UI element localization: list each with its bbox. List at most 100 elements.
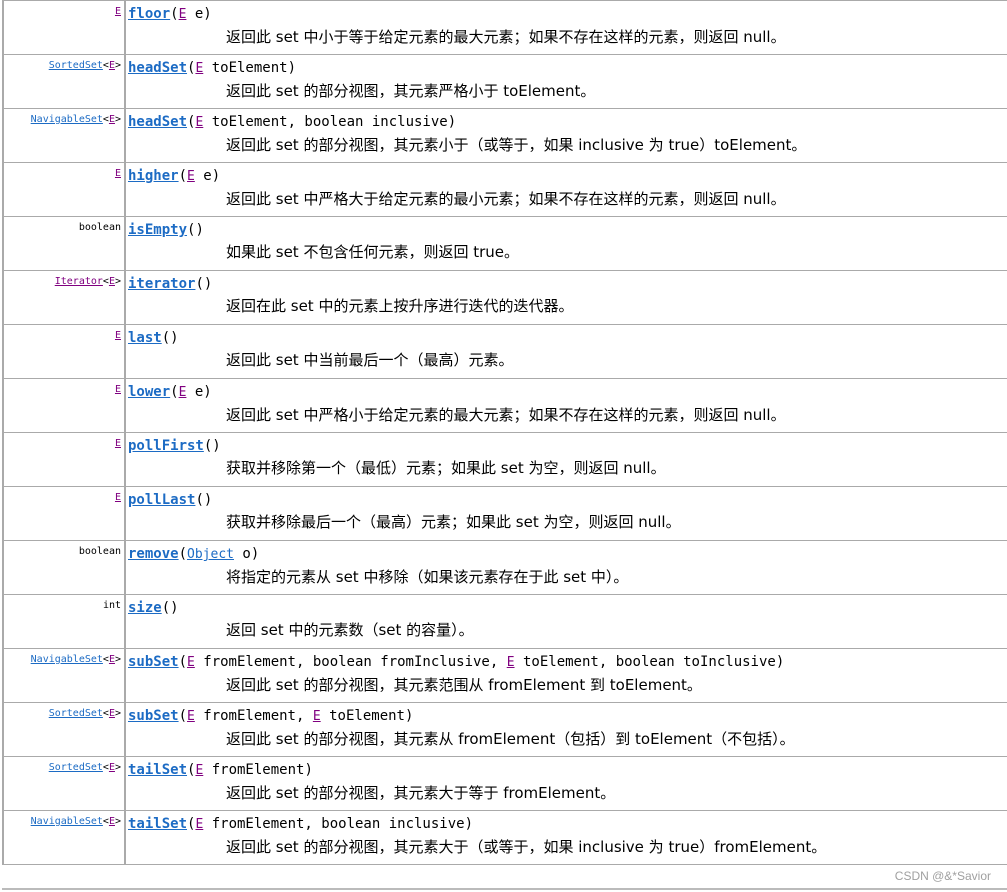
method-signature: lower(E e) <box>128 384 212 400</box>
method-signature: tailSet(E fromElement, boolean inclusive… <box>128 816 474 832</box>
table-row: SortedSet<E> subSet(E fromElement, E toEl… <box>2 702 1007 757</box>
return-type-link[interactable]: E <box>115 6 121 17</box>
return-type-link[interactable]: NavigableSet <box>31 114 103 125</box>
return-type: boolean <box>78 546 121 557</box>
method-name-link[interactable]: size <box>128 600 162 616</box>
return-type-link[interactable]: E <box>115 492 121 503</box>
method-name-link[interactable]: floor <box>128 6 170 22</box>
param-type-link[interactable]: E <box>313 709 321 724</box>
generic-type-link[interactable]: E <box>109 654 115 665</box>
return-type-link[interactable]: E <box>115 168 121 179</box>
table-row: Efloor(E e) 返回此 set 中小于等于给定元素的最大元素；如果不存在这… <box>2 0 1007 55</box>
param-type-link[interactable]: E <box>187 169 195 184</box>
table-row: NavigableSet<E> headSet(E toElement, bool… <box>2 108 1007 163</box>
generic-type-link[interactable]: E <box>109 60 115 71</box>
method-signature: tailSet(E fromElement) <box>128 762 313 778</box>
return-type-link[interactable]: NavigableSet <box>31 816 103 827</box>
return-type-link[interactable]: SortedSet <box>49 762 103 773</box>
method-detail-cell: lower(E e) 返回此 set 中严格小于给定元素的最大元素；如果不存在这样… <box>124 378 1007 433</box>
method-name-link[interactable]: tailSet <box>128 762 187 778</box>
return-type-link[interactable]: SortedSet <box>49 708 103 719</box>
method-name-link[interactable]: headSet <box>128 60 187 76</box>
param-text: o <box>233 546 251 562</box>
method-description: 返回 set 中的元素数（set 的容量）。 <box>226 621 474 639</box>
method-signature: pollLast() <box>128 492 213 508</box>
method-name-link[interactable]: headSet <box>128 114 187 130</box>
method-description: 返回此 set 的部分视图，其元素严格小于 toElement。 <box>226 82 596 100</box>
param-text: toElement <box>320 708 405 724</box>
return-type-cell: E <box>2 0 126 55</box>
method-description: 将指定的元素从 set 中移除（如果该元素存在于此 set 中）。 <box>226 568 629 586</box>
generic-type-link[interactable]: E <box>109 762 115 773</box>
param-text: fromElement <box>203 762 305 778</box>
method-name-link[interactable]: subSet <box>128 708 179 724</box>
method-signature: pollFirst() <box>128 438 221 454</box>
method-name-link[interactable]: lower <box>128 384 170 400</box>
method-detail-cell: headSet(E toElement, boolean inclusive) 返… <box>124 108 1007 163</box>
return-type-cell: SortedSet<E> <box>2 54 126 109</box>
method-signature: iterator() <box>128 276 213 292</box>
param-text: fromElement, boolean inclusive <box>203 816 465 832</box>
param-text: e <box>194 168 212 184</box>
method-name-link[interactable]: tailSet <box>128 816 187 832</box>
method-description: 获取并移除第一个（最低）元素；如果此 set 为空，则返回 null。 <box>226 459 666 477</box>
method-detail-cell: tailSet(E fromElement) 返回此 set 的部分视图，其元素大… <box>124 756 1007 811</box>
return-type-cell: E <box>2 432 126 487</box>
generic-type-link[interactable]: E <box>109 114 115 125</box>
table-row: int size() 返回 set 中的元素数（set 的容量）。 <box>2 594 1007 649</box>
method-detail-cell: iterator() 返回在此 set 中的元素上按升序进行迭代的迭代器。 <box>124 270 1007 325</box>
param-text: toElement, boolean toInclusive <box>514 654 776 670</box>
method-name-link[interactable]: subSet <box>128 654 179 670</box>
table-row: EpollFirst() 获取并移除第一个（最低）元素；如果此 set 为空，则返… <box>2 432 1007 487</box>
generic-type-link[interactable]: E <box>109 276 115 287</box>
generic-type-link[interactable]: E <box>109 708 115 719</box>
table-row: Iterator<E> iterator() 返回在此 set 中的元素上按升序进行… <box>2 270 1007 325</box>
return-type: int <box>102 600 121 611</box>
param-type-link[interactable]: Object <box>187 547 234 562</box>
method-detail-cell: pollFirst() 获取并移除第一个（最低）元素；如果此 set 为空，则返回… <box>124 432 1007 487</box>
method-signature: size() <box>128 600 179 616</box>
method-description: 返回此 set 中严格小于给定元素的最大元素；如果不存在这样的元素，则返回 nu… <box>226 406 786 424</box>
param-type-link[interactable]: E <box>187 655 195 670</box>
method-description: 返回此 set 的部分视图，其元素大于等于 fromElement。 <box>226 784 616 802</box>
method-name-link[interactable]: isEmpty <box>128 222 187 238</box>
return-type-cell: Iterator<E> <box>2 270 126 325</box>
return-type-link[interactable]: E <box>115 330 121 341</box>
method-summary-body: Efloor(E e) 返回此 set 中小于等于给定元素的最大元素；如果不存在这… <box>2 0 1007 865</box>
return-type-link[interactable]: E <box>115 384 121 395</box>
return-type-link[interactable]: E <box>115 438 121 449</box>
return-type-link[interactable]: SortedSet <box>49 60 103 71</box>
param-type-link[interactable]: E <box>187 709 195 724</box>
table-row: Ehigher(E e) 返回此 set 中严格大于给定元素的最小元素；如果不存在… <box>2 162 1007 217</box>
method-name-link[interactable]: pollFirst <box>128 438 204 454</box>
method-name-link[interactable]: pollLast <box>128 492 195 508</box>
table-row: NavigableSet<E> subSet(E fromElement, boo… <box>2 648 1007 703</box>
method-description: 返回此 set 中严格大于给定元素的最小元素；如果不存在这样的元素，则返回 nu… <box>226 190 786 208</box>
return-type-cell: SortedSet<E> <box>2 756 126 811</box>
method-detail-cell: subSet(E fromElement, E toElement) 返回此 se… <box>124 702 1007 757</box>
table-row: boolean isEmpty() 如果此 set 不包含任何元素，则返回 true… <box>2 216 1007 271</box>
method-signature: higher(E e) <box>128 168 221 184</box>
method-name-link[interactable]: remove <box>128 546 179 562</box>
table-row: NavigableSet<E> tailSet(E fromElement, bo… <box>2 810 1007 865</box>
method-name-link[interactable]: higher <box>128 168 179 184</box>
method-signature: remove(Object o) <box>128 546 260 562</box>
method-detail-cell: isEmpty() 如果此 set 不包含任何元素，则返回 true。 <box>124 216 1007 271</box>
method-detail-cell: size() 返回 set 中的元素数（set 的容量）。 <box>124 594 1007 649</box>
method-signature: last() <box>128 330 179 346</box>
method-signature: headSet(E toElement) <box>128 60 297 76</box>
method-description: 返回此 set 的部分视图，其元素从 fromElement（包括）到 toEl… <box>226 730 795 748</box>
footer-divider <box>2 888 1007 890</box>
method-detail-cell: subSet(E fromElement, boolean fromInclus… <box>124 648 1007 703</box>
param-type-link[interactable]: E <box>507 655 515 670</box>
return-type-link[interactable]: NavigableSet <box>31 654 103 665</box>
return-type-link[interactable]: Iterator <box>55 276 103 287</box>
method-name-link[interactable]: iterator <box>128 276 195 292</box>
return-type: boolean <box>78 222 121 233</box>
method-name-link[interactable]: last <box>128 330 162 346</box>
watermark: CSDN @&*Savior <box>894 869 991 883</box>
generic-type-link[interactable]: E <box>109 816 115 827</box>
method-description: 返回此 set 的部分视图，其元素范围从 fromElement 到 toEle… <box>226 676 702 694</box>
method-description: 返回此 set 中当前最后一个（最高）元素。 <box>226 351 514 369</box>
method-summary-table: Efloor(E e) 返回此 set 中小于等于给定元素的最大元素；如果不存在这… <box>2 0 1007 865</box>
